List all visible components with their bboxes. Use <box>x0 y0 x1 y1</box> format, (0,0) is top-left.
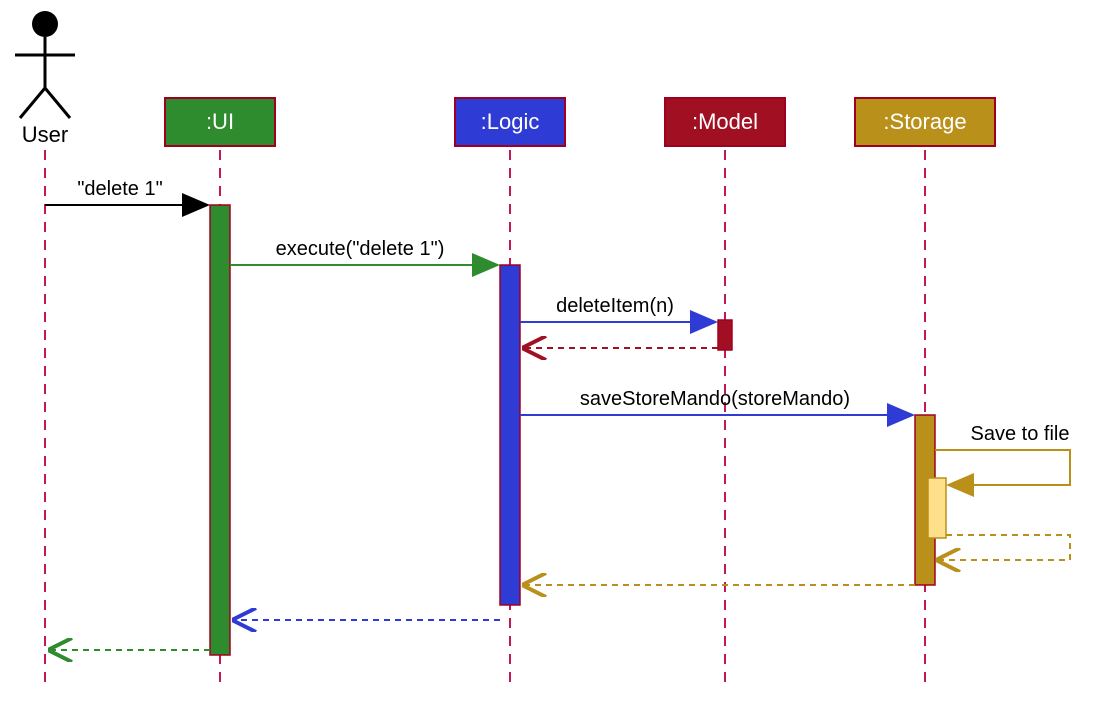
svg-text:execute("delete 1"): execute("delete 1") <box>276 238 445 260</box>
activation-storage-self <box>928 478 946 538</box>
participant-model-label: :Model <box>692 109 758 134</box>
activation-model <box>718 320 732 350</box>
participant-logic-label: :Logic <box>481 109 540 134</box>
message-delete-1: "delete 1" <box>45 178 206 205</box>
message-save-to-file: Save to file <box>935 423 1070 485</box>
participant-ui: :UI <box>165 98 275 146</box>
message-execute: execute("delete 1") <box>230 238 496 265</box>
actor-user: User <box>15 11 75 147</box>
svg-text:Save to file: Save to file <box>971 423 1070 445</box>
participant-ui-label: :UI <box>206 109 234 134</box>
participant-model: :Model <box>665 98 785 146</box>
sequence-diagram: User :UI :Logic :Model :Storage "delete … <box>0 0 1116 705</box>
svg-text:"delete 1": "delete 1" <box>77 178 162 200</box>
return-storage-self <box>940 535 1070 560</box>
actor-label: User <box>22 122 68 147</box>
svg-text:saveStoreMando(storeMando): saveStoreMando(storeMando) <box>580 388 850 410</box>
message-delete-item: deleteItem(n) <box>520 295 714 322</box>
participant-storage: :Storage <box>855 98 995 146</box>
svg-text:deleteItem(n): deleteItem(n) <box>556 295 674 317</box>
activation-ui <box>210 205 230 655</box>
message-save-store: saveStoreMando(storeMando) <box>520 388 911 415</box>
participant-logic: :Logic <box>455 98 565 146</box>
participant-storage-label: :Storage <box>883 109 966 134</box>
activation-logic <box>500 265 520 605</box>
